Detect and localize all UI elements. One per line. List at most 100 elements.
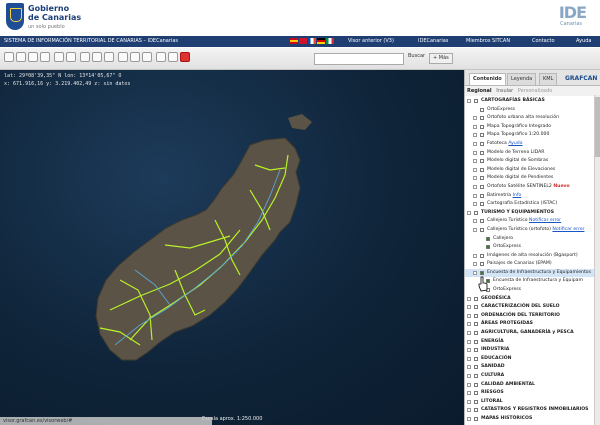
layer-item[interactable]: Fototeca Ayuda	[465, 140, 600, 149]
layer-item[interactable]: Ortofoto urbana alta resolución	[465, 114, 600, 123]
layer-checkbox[interactable]	[480, 141, 484, 146]
flag-it-icon[interactable]	[326, 38, 334, 44]
search-button[interactable]: Buscar	[408, 53, 425, 59]
layer-category[interactable]: ÁREAS PROTEGIDAS	[465, 320, 600, 329]
home-icon[interactable]	[4, 52, 14, 62]
tab-contenido[interactable]: Contenido	[469, 73, 506, 85]
layer-item[interactable]: Modelo digital de Sombras	[465, 157, 600, 166]
layer-checkbox[interactable]	[480, 167, 484, 172]
expand-icon[interactable]	[467, 305, 471, 310]
collapse-icon[interactable]	[473, 270, 477, 275]
menu-miembros[interactable]: Miembros SITCAN	[466, 38, 510, 44]
3d-icon[interactable]	[180, 52, 190, 62]
layer-checkbox[interactable]	[474, 296, 478, 301]
expand-icon[interactable]	[467, 408, 471, 413]
layer-category[interactable]: TURISMO Y EQUIPAMIENTOS	[465, 209, 600, 218]
info-icon[interactable]	[80, 52, 90, 62]
layer-checkbox[interactable]	[480, 227, 484, 232]
language-flags[interactable]	[290, 38, 334, 44]
layer-item[interactable]: Callejero Turístico (ortofoto) Notificar…	[465, 226, 600, 235]
expand-icon[interactable]	[473, 219, 477, 224]
layer-checkbox[interactable]	[486, 236, 490, 241]
layer-checkbox[interactable]	[480, 124, 484, 129]
layer-category[interactable]: AGRICULTURA, GANADERÍA y PESCA	[465, 329, 600, 338]
scrollbar-thumb[interactable]	[595, 97, 600, 157]
expand-icon[interactable]	[467, 374, 471, 378]
collapse-icon[interactable]	[473, 227, 477, 232]
layer-checkbox[interactable]	[480, 219, 484, 224]
layer-category[interactable]: CATASTROS Y REGISTROS INMOBILIARIOS	[465, 406, 600, 415]
layer-checkbox[interactable]	[474, 365, 478, 370]
layer-checkbox[interactable]	[480, 193, 484, 198]
map-view[interactable]: lat: 29º08'39,35" N lon: 13º14'05,67" O …	[0, 70, 464, 425]
collapse-icon[interactable]	[467, 99, 471, 103]
layer-item[interactable]: Mapa Topográfico 1:20.000	[465, 131, 600, 140]
flag-uk-icon[interactable]	[299, 38, 307, 44]
layer-checkbox[interactable]	[474, 348, 478, 353]
layer-item[interactable]: OrtoExpress	[465, 106, 600, 115]
layer-checkbox[interactable]	[480, 270, 484, 275]
layer-checkbox[interactable]	[486, 245, 490, 250]
layer-checkbox[interactable]	[474, 408, 478, 413]
expand-icon[interactable]	[467, 416, 471, 421]
subtab-regional[interactable]: Regional	[467, 88, 492, 94]
layer-checkbox[interactable]	[474, 399, 478, 404]
tab-leyenda[interactable]: Leyenda	[507, 73, 537, 85]
flag-de-icon[interactable]	[317, 38, 325, 44]
layer-checkbox[interactable]	[480, 202, 484, 207]
expand-icon[interactable]	[467, 339, 471, 344]
layer-checkbox[interactable]	[474, 322, 478, 327]
expand-icon[interactable]	[467, 313, 471, 318]
expand-icon[interactable]	[473, 124, 477, 129]
measure-area-icon[interactable]	[104, 52, 114, 62]
flag-fr-icon[interactable]	[308, 38, 316, 44]
layer-checkbox[interactable]	[480, 150, 484, 155]
layer-category[interactable]: MAPAS HISTÓRICOS	[465, 415, 600, 424]
panel-scrollbar[interactable]	[594, 95, 600, 425]
next-view-icon[interactable]	[66, 52, 76, 62]
layer-item[interactable]: Callejero	[465, 235, 600, 244]
layer-category[interactable]: GEODÉSICA	[465, 295, 600, 304]
link-icon[interactable]	[142, 52, 152, 62]
zoom-out-icon[interactable]	[28, 52, 38, 62]
layer-checkbox[interactable]	[480, 159, 484, 164]
layer-category[interactable]: CULTURA	[465, 372, 600, 381]
expand-icon[interactable]	[467, 296, 471, 301]
expand-icon[interactable]	[467, 356, 471, 361]
expand-icon[interactable]	[473, 167, 477, 172]
layer-item[interactable]: Modelo digital de Pendientes	[465, 174, 600, 183]
layer-category[interactable]: ENERGÍA	[465, 338, 600, 347]
layer-checkbox[interactable]	[474, 339, 478, 344]
layer-link[interactable]: Info	[513, 193, 522, 198]
layer-category[interactable]: LITORAL	[465, 398, 600, 407]
layer-item[interactable]: OrtoExpress	[465, 243, 600, 252]
profile-icon[interactable]	[168, 52, 178, 62]
layer-category[interactable]: CARACTERIZACIÓN DEL SUELO	[465, 303, 600, 312]
layer-category[interactable]: RIESGOS	[465, 389, 600, 398]
more-button[interactable]: + Más	[429, 53, 453, 64]
layer-item[interactable]: Ortofoto Satélite SENTINEL2 Nuevo	[465, 183, 600, 192]
layer-checkbox[interactable]	[480, 184, 484, 189]
menu-idecanarias[interactable]: IDECanarias	[418, 38, 448, 44]
layer-checkbox[interactable]	[474, 210, 478, 215]
expand-icon[interactable]	[467, 382, 471, 387]
draw-icon[interactable]	[156, 52, 166, 62]
layer-checkbox[interactable]	[474, 305, 478, 310]
layer-category[interactable]: CARTOGRAFÍAS BÁSICAS	[465, 97, 600, 106]
layer-checkbox[interactable]	[474, 356, 478, 361]
expand-icon[interactable]	[473, 159, 477, 164]
expand-icon[interactable]	[467, 365, 471, 370]
layer-checkbox[interactable]	[474, 331, 478, 336]
expand-icon[interactable]	[467, 348, 471, 353]
layer-item[interactable]: Mapa Topográfico Integrado	[465, 123, 600, 132]
expand-icon[interactable]	[473, 262, 477, 267]
layer-checkbox[interactable]	[474, 313, 478, 318]
layer-checkbox[interactable]	[474, 374, 478, 378]
expand-icon[interactable]	[473, 253, 477, 258]
download-icon[interactable]	[130, 52, 140, 62]
expand-icon[interactable]	[467, 399, 471, 404]
layer-item[interactable]: Batimetría Info	[465, 192, 600, 201]
search-input[interactable]	[314, 53, 404, 65]
expand-icon[interactable]	[473, 116, 477, 121]
layer-category[interactable]: SANIDAD	[465, 363, 600, 372]
